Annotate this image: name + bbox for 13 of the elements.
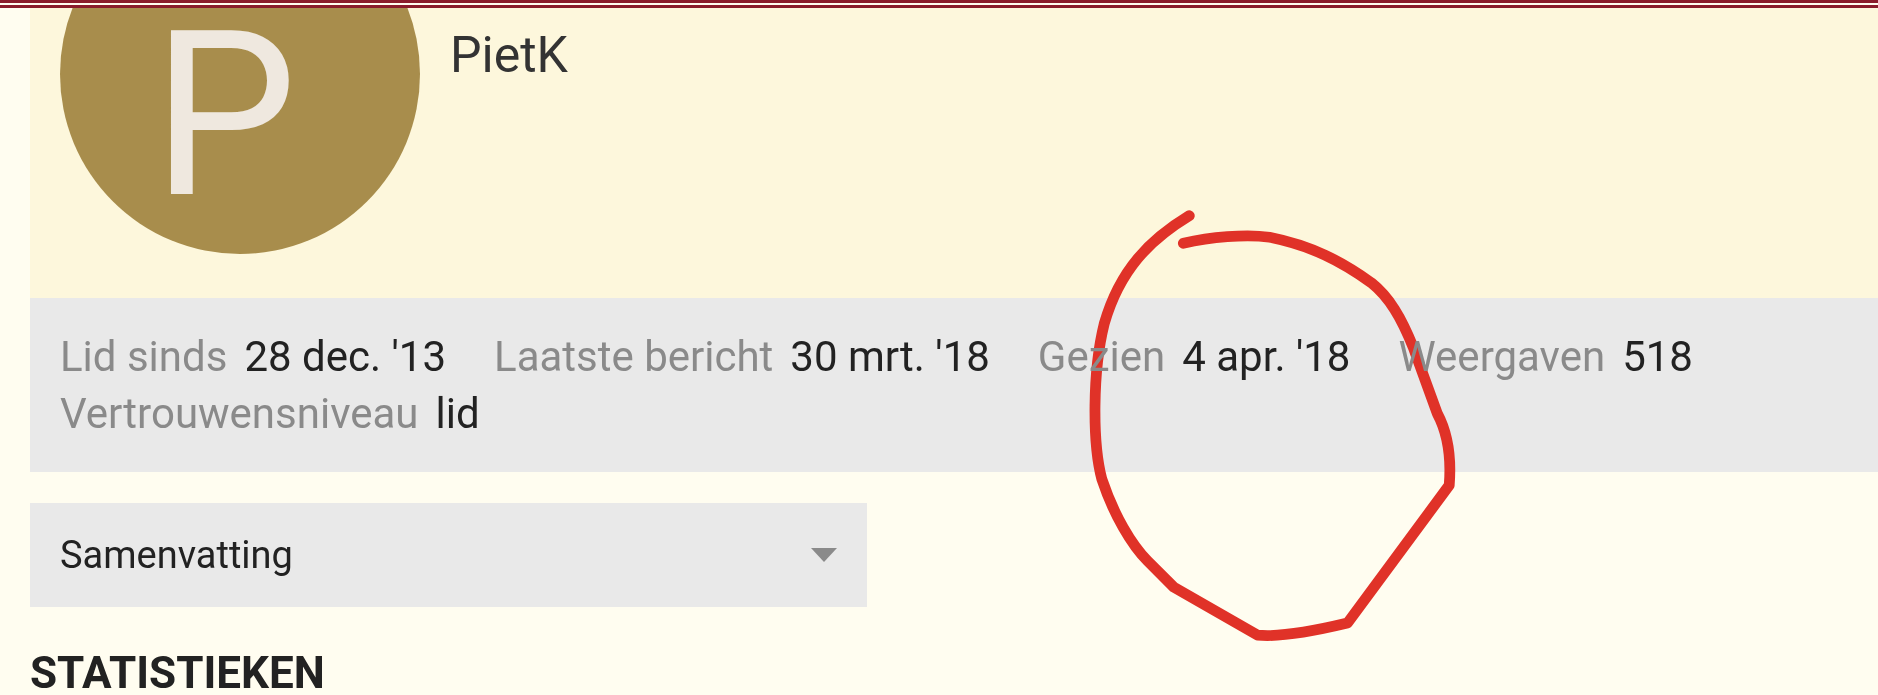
stat-label: Vertrouwensniveau <box>60 388 419 440</box>
avatar-letter: P <box>152 26 298 206</box>
stat-label: Lid sinds <box>60 331 228 383</box>
stat-value: 518 <box>1622 331 1693 383</box>
stat-label: Laatste bericht <box>494 331 774 383</box>
section-dropdown[interactable]: Samenvatting <box>30 503 867 607</box>
stat-value: lid <box>435 388 480 440</box>
section-heading: STATISTIEKEN <box>30 651 326 695</box>
stat-value: 28 dec. '13 <box>244 331 446 383</box>
stat-value: 30 mrt. '18 <box>790 331 990 383</box>
caret-icon <box>811 548 837 562</box>
username: PietK <box>450 25 568 86</box>
stat-value: 4 apr. '18 <box>1182 331 1351 383</box>
